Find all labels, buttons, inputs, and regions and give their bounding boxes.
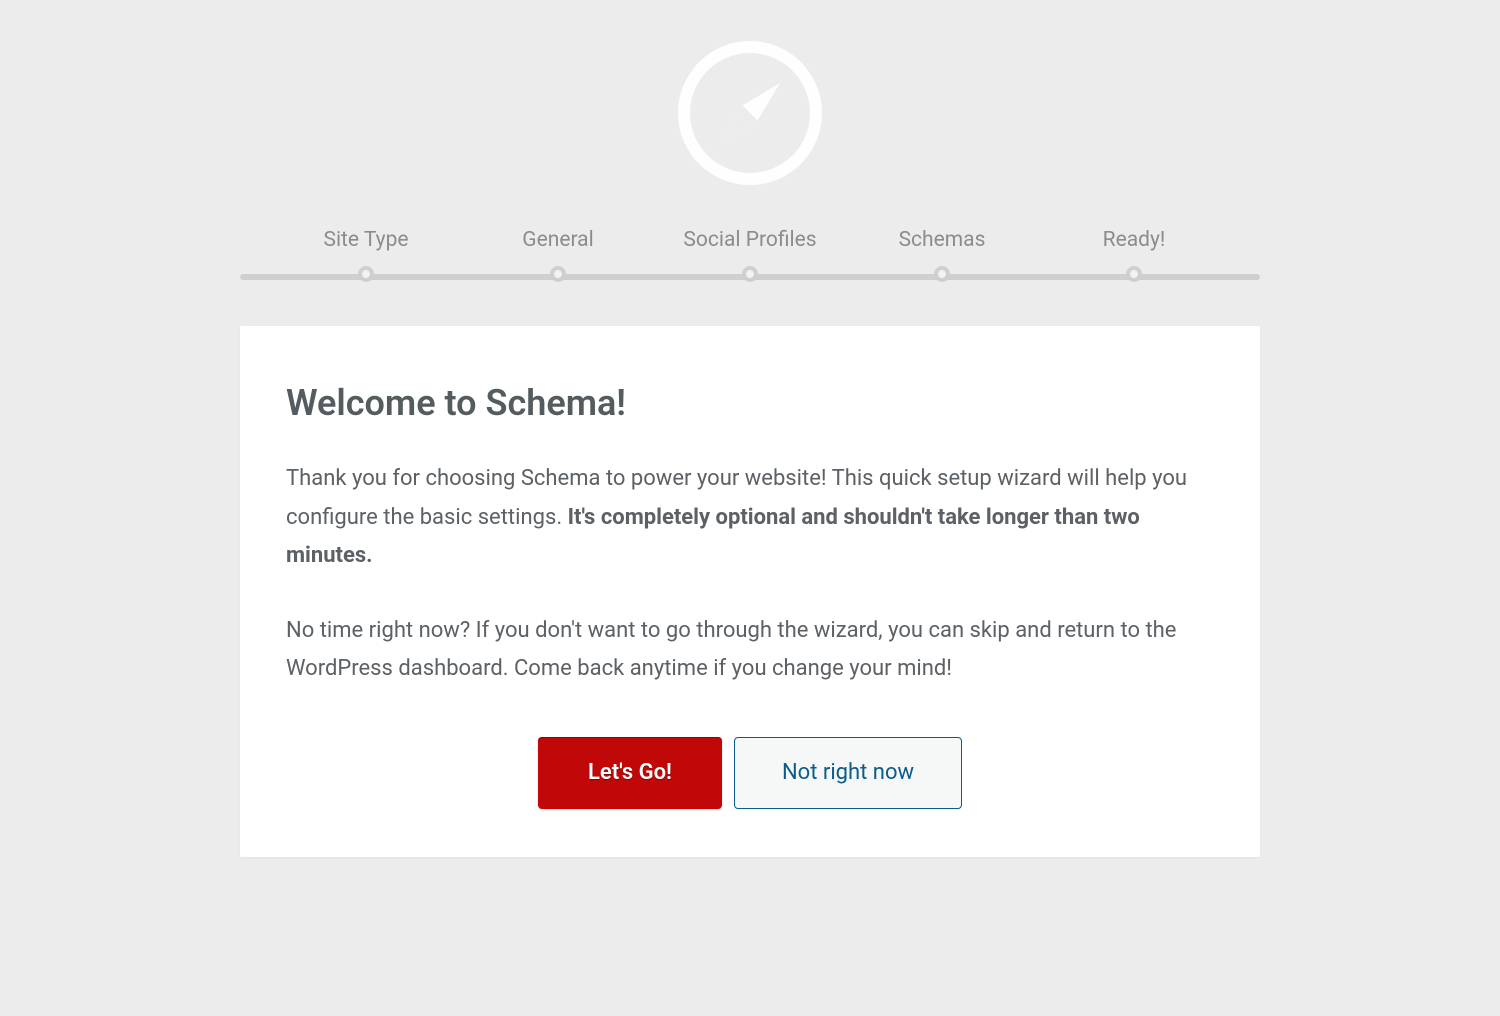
step-label: Site Type (323, 228, 408, 252)
step-label: General (522, 228, 593, 252)
skip-paragraph: No time right now? If you don't want to … (286, 612, 1214, 689)
step-dot (550, 266, 566, 282)
step-label: Schemas (899, 228, 986, 252)
wizard-container: Site Type General Social Profiles Schema… (220, 0, 1280, 977)
page-title: Welcome to Schema! (286, 382, 1214, 424)
not-right-now-button[interactable]: Not right now (734, 737, 962, 809)
step-dot (742, 266, 758, 282)
step-dot (934, 266, 950, 282)
step-site-type[interactable]: Site Type (286, 228, 446, 282)
step-general[interactable]: General (478, 228, 638, 282)
step-dot (358, 266, 374, 282)
step-schemas[interactable]: Schemas (862, 228, 1022, 282)
compass-logo-icon (675, 38, 825, 188)
step-label: Ready! (1103, 228, 1166, 252)
wizard-card: Welcome to Schema! Thank you for choosin… (240, 326, 1260, 857)
step-label: Social Profiles (683, 228, 816, 252)
intro-paragraph: Thank you for choosing Schema to power y… (286, 460, 1214, 576)
lets-go-button[interactable]: Let's Go! (538, 737, 722, 809)
actions-row: Let's Go! Not right now (286, 737, 1214, 809)
step-social-profiles[interactable]: Social Profiles (670, 228, 830, 282)
progress-steps: Site Type General Social Profiles Schema… (240, 228, 1260, 298)
logo-wrap (240, 0, 1260, 228)
progress-steps-list: Site Type General Social Profiles Schema… (240, 228, 1260, 282)
step-ready[interactable]: Ready! (1054, 228, 1214, 282)
step-dot (1126, 266, 1142, 282)
